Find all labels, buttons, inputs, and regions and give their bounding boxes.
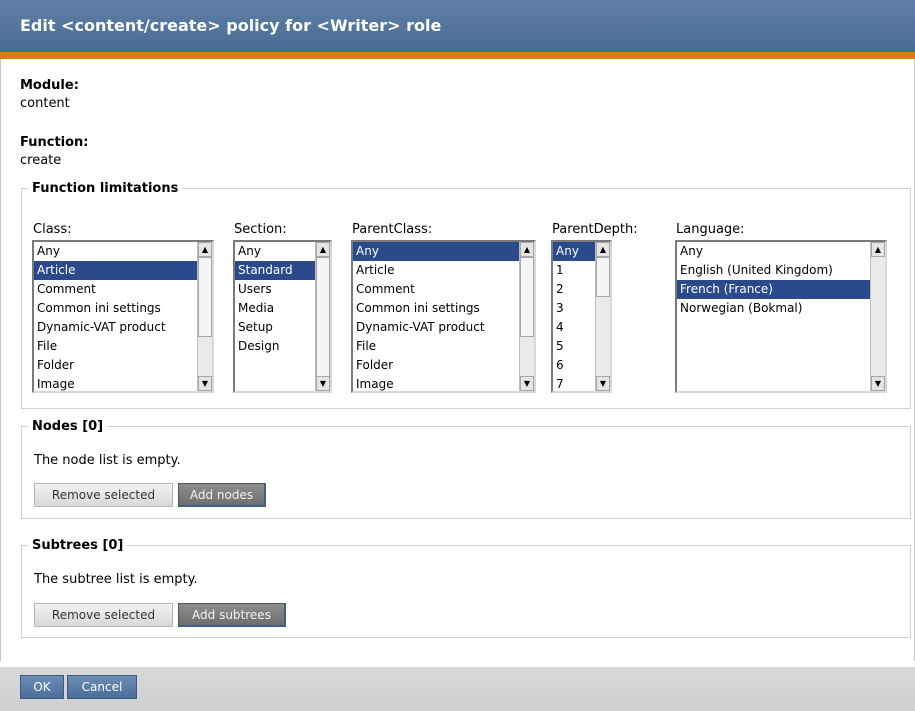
class-listbox[interactable]: Any Article Comment Common ini settings Dyna…: [32, 240, 214, 393]
scroll-thumb[interactable]: [596, 257, 610, 297]
add-nodes-button[interactable]: Add nodes: [178, 483, 266, 507]
remove-selected-nodes-button[interactable]: Remove selected: [34, 483, 173, 507]
nodes-empty-text: The node list is empty.: [34, 453, 181, 468]
scroll-thumb[interactable]: [520, 257, 534, 337]
function-label: Function:: [20, 135, 89, 150]
parentclass-scrollbar[interactable]: ▲ ▼: [519, 242, 534, 391]
list-option[interactable]: Folder: [34, 356, 212, 375]
class-label: Class:: [33, 222, 72, 237]
nodes-legend: Nodes [0]: [32, 419, 104, 434]
scroll-thumb[interactable]: [316, 257, 330, 377]
list-option[interactable]: Any: [353, 242, 534, 261]
list-option[interactable]: Dynamic-VAT product: [353, 318, 534, 337]
add-subtrees-button[interactable]: Add subtrees: [178, 603, 286, 627]
scroll-down-icon[interactable]: ▼: [596, 376, 610, 391]
language-listbox[interactable]: Any English (United Kingdom) French (Franc…: [675, 240, 887, 393]
scroll-up-icon[interactable]: ▲: [316, 242, 330, 257]
parentclass-label: ParentClass:: [352, 222, 433, 237]
list-option[interactable]: Common ini settings: [34, 299, 212, 318]
parentdepth-scrollbar[interactable]: ▲ ▼: [595, 242, 610, 391]
cancel-button[interactable]: Cancel: [67, 675, 137, 699]
list-option[interactable]: Norwegian (Bokmal): [677, 299, 885, 318]
list-option[interactable]: Dynamic-VAT product: [34, 318, 212, 337]
language-label: Language:: [676, 222, 745, 237]
list-option[interactable]: Image: [34, 375, 212, 391]
section-listbox[interactable]: Any Standard Users Media Setup Design ▲ ▼: [233, 240, 332, 393]
header-accent-bar: [0, 52, 915, 59]
scroll-up-icon[interactable]: ▲: [596, 242, 610, 257]
class-scrollbar[interactable]: ▲ ▼: [197, 242, 212, 391]
footer-bar: [0, 661, 915, 711]
list-option[interactable]: French (France): [677, 280, 885, 299]
list-option[interactable]: Common ini settings: [353, 299, 534, 318]
list-option[interactable]: Any: [34, 242, 212, 261]
list-option[interactable]: File: [353, 337, 534, 356]
parentdepth-listbox[interactable]: Any 1 2 3 4 5 6 7 ▲ ▼: [551, 240, 612, 393]
subtrees-empty-text: The subtree list is empty.: [34, 572, 198, 587]
section-scrollbar[interactable]: ▲ ▼: [315, 242, 330, 391]
scroll-thumb[interactable]: [198, 257, 212, 337]
remove-selected-subtrees-button[interactable]: Remove selected: [34, 603, 173, 627]
list-option[interactable]: Article: [353, 261, 534, 280]
scroll-up-icon[interactable]: ▲: [520, 242, 534, 257]
list-option[interactable]: Image: [353, 375, 534, 391]
language-scrollbar[interactable]: ▲ ▼: [870, 242, 885, 391]
parentclass-listbox[interactable]: Any Article Comment Common ini settings Dyna…: [351, 240, 536, 393]
list-option[interactable]: English (United Kingdom): [677, 261, 885, 280]
list-option[interactable]: Article: [34, 261, 212, 280]
scroll-down-icon[interactable]: ▼: [520, 376, 534, 391]
list-option[interactable]: Any: [677, 242, 885, 261]
section-label: Section:: [234, 222, 287, 237]
function-value: create: [20, 153, 62, 168]
list-option[interactable]: Comment: [353, 280, 534, 299]
scroll-down-icon[interactable]: ▼: [871, 376, 885, 391]
window-header: Edit <content/create> policy for <Writer…: [0, 0, 915, 52]
scroll-up-icon[interactable]: ▲: [871, 242, 885, 257]
module-value: content: [20, 96, 70, 111]
subtrees-legend: Subtrees [0]: [32, 538, 124, 553]
module-label: Module:: [20, 78, 79, 93]
page-title: Edit <content/create> policy for <Writer…: [20, 16, 442, 35]
list-option[interactable]: File: [34, 337, 212, 356]
list-option[interactable]: Comment: [34, 280, 212, 299]
parentdepth-label: ParentDepth:: [552, 222, 638, 237]
scroll-up-icon[interactable]: ▲: [198, 242, 212, 257]
ok-button[interactable]: OK: [20, 675, 64, 699]
scroll-down-icon[interactable]: ▼: [316, 376, 330, 391]
function-limitations-legend: Function limitations: [32, 181, 179, 196]
scroll-down-icon[interactable]: ▼: [198, 376, 212, 391]
list-option[interactable]: Folder: [353, 356, 534, 375]
